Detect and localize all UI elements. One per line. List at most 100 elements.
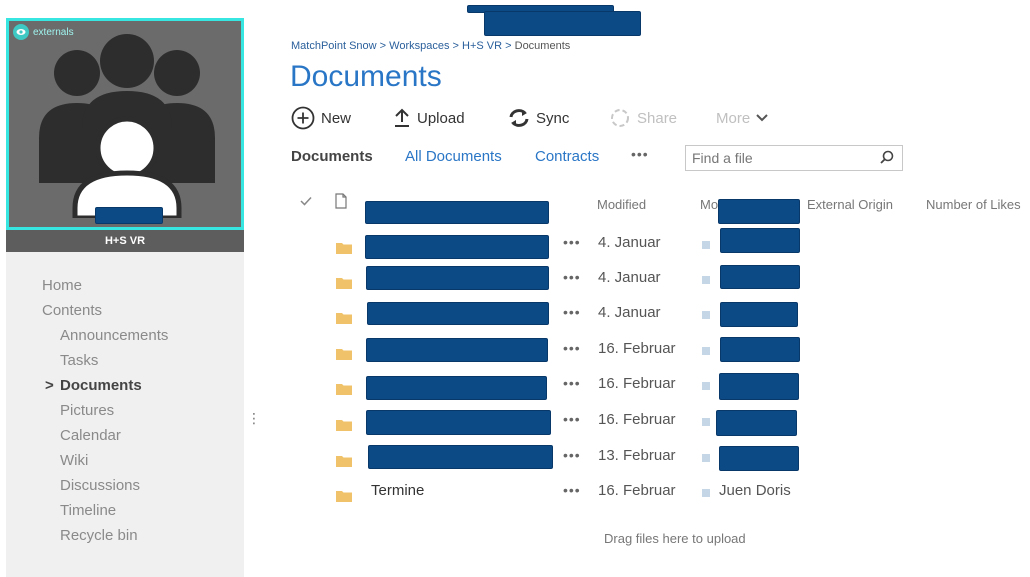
row-menu-button[interactable]: ••• [563, 411, 581, 427]
folder-icon [336, 382, 352, 400]
quick-launch-nav: Home Contents Announcements Tasks > Docum… [42, 273, 168, 548]
nav-item-home[interactable]: Home [42, 273, 168, 298]
presence-indicator [702, 418, 710, 426]
redacted-row-name [365, 235, 549, 259]
file-type-icon [335, 193, 347, 212]
folder-icon [336, 454, 352, 472]
search-input[interactable] [686, 146, 866, 170]
find-file-search [685, 145, 903, 171]
panel-splitter-handle[interactable]: ⋮ [247, 411, 261, 431]
site-logo-tile[interactable]: externals [6, 18, 244, 230]
share-icon [609, 107, 631, 129]
new-button[interactable]: New [291, 104, 351, 132]
row-menu-button[interactable]: ••• [563, 375, 581, 391]
share-button[interactable]: Share [609, 104, 677, 132]
site-name: H+S VR [6, 230, 244, 252]
left-panel: externals H+S VR Home Contents Announcem… [6, 18, 244, 577]
breadcrumb-link-workspaces[interactable]: Workspaces [389, 40, 449, 52]
presence-indicator [702, 241, 710, 249]
redacted-header-block [484, 11, 641, 36]
redacted-row-modified-by [716, 410, 797, 436]
drag-files-hint: Drag files here to upload [604, 531, 746, 546]
nav-item-recycle-bin[interactable]: Recycle bin [42, 523, 168, 548]
row-modified: 4. Januar [598, 269, 661, 286]
breadcrumb-link-site[interactable]: H+S VR [462, 40, 502, 52]
presence-indicator [702, 454, 710, 462]
chevron-right-icon: > [45, 377, 54, 394]
nav-item-calendar[interactable]: Calendar [42, 423, 168, 448]
row-menu-button[interactable]: ••• [563, 234, 581, 250]
view-contracts[interactable]: Contracts [535, 148, 599, 165]
upload-arrow-icon [393, 108, 411, 128]
column-modified[interactable]: Modified [597, 197, 646, 212]
nav-item-documents[interactable]: > Documents [42, 373, 168, 398]
redacted-modby-header [718, 199, 800, 224]
sync-icon [508, 108, 530, 128]
upload-button[interactable]: Upload [393, 104, 465, 132]
column-number-of-likes[interactable]: Number of Likes [926, 197, 1021, 212]
breadcrumb: MatchPoint Snow > Workspaces > H+S VR > … [291, 40, 571, 52]
redacted-row-modified-by [720, 337, 800, 362]
redacted-name-header [365, 201, 549, 224]
redacted-row-modified-by [719, 446, 799, 471]
column-external-origin[interactable]: External Origin [807, 197, 893, 212]
folder-icon [336, 241, 352, 259]
people-group-icon [39, 34, 215, 218]
breadcrumb-link-matchpoint[interactable]: MatchPoint Snow [291, 40, 377, 52]
row-modified: 16. Februar [598, 482, 676, 499]
search-icon[interactable] [880, 150, 894, 169]
row-modified: 16. Februar [598, 340, 676, 357]
redacted-row-modified-by [720, 265, 800, 289]
row-menu-button[interactable]: ••• [563, 304, 581, 320]
nav-item-announcements[interactable]: Announcements [42, 323, 168, 348]
nav-item-tasks[interactable]: Tasks [42, 348, 168, 373]
view-documents[interactable]: Documents [291, 148, 373, 165]
folder-icon [336, 489, 352, 507]
folder-icon [336, 347, 352, 365]
row-menu-button[interactable]: ••• [563, 447, 581, 463]
nav-item-discussions[interactable]: Discussions [42, 473, 168, 498]
folder-icon [336, 418, 352, 436]
row-name[interactable]: Termine [371, 482, 424, 499]
row-modified: 4. Januar [598, 234, 661, 251]
more-commands-button[interactable]: More [716, 104, 768, 132]
folder-icon [336, 311, 352, 329]
nav-item-timeline[interactable]: Timeline [42, 498, 168, 523]
breadcrumb-current: Documents [514, 40, 571, 52]
presence-indicator [702, 489, 710, 497]
table-row[interactable]: Termine ••• 16. Februar Juen Doris [291, 478, 891, 508]
presence-indicator [702, 311, 710, 319]
nav-item-pictures[interactable]: Pictures [42, 398, 168, 423]
row-modified: 16. Februar [598, 411, 676, 428]
row-modified: 4. Januar [598, 304, 661, 321]
row-menu-button[interactable]: ••• [563, 482, 581, 498]
column-modified-by[interactable]: Mo [700, 197, 718, 212]
view-more-button[interactable]: ••• [631, 146, 649, 162]
redacted-row-name [368, 445, 553, 469]
presence-indicator [702, 347, 710, 355]
chevron-down-icon [756, 113, 768, 123]
plus-circle-icon [291, 106, 315, 130]
select-all-checkmark[interactable] [300, 194, 312, 209]
presence-indicator [702, 276, 710, 284]
view-all-documents[interactable]: All Documents [405, 148, 502, 165]
redacted-row-name [367, 302, 549, 325]
presence-indicator [702, 382, 710, 390]
row-modified: 16. Februar [598, 375, 676, 392]
redacted-row-name [366, 410, 551, 435]
page-title: Documents [290, 60, 442, 93]
redacted-row-name [366, 266, 549, 290]
nav-item-wiki[interactable]: Wiki [42, 448, 168, 473]
redacted-row-modified-by [720, 302, 798, 327]
redacted-row-name [366, 338, 548, 362]
redacted-row-modified-by [720, 228, 800, 253]
sync-button[interactable]: Sync [508, 104, 569, 132]
row-modified: 13. Februar [598, 447, 676, 464]
nav-item-contents[interactable]: Contents [42, 298, 168, 323]
redacted-row-modified-by [719, 373, 799, 400]
row-menu-button[interactable]: ••• [563, 340, 581, 356]
row-menu-button[interactable]: ••• [563, 269, 581, 285]
folder-icon [336, 276, 352, 294]
row-modified-by[interactable]: Juen Doris [719, 482, 791, 499]
eye-icon [13, 24, 29, 40]
